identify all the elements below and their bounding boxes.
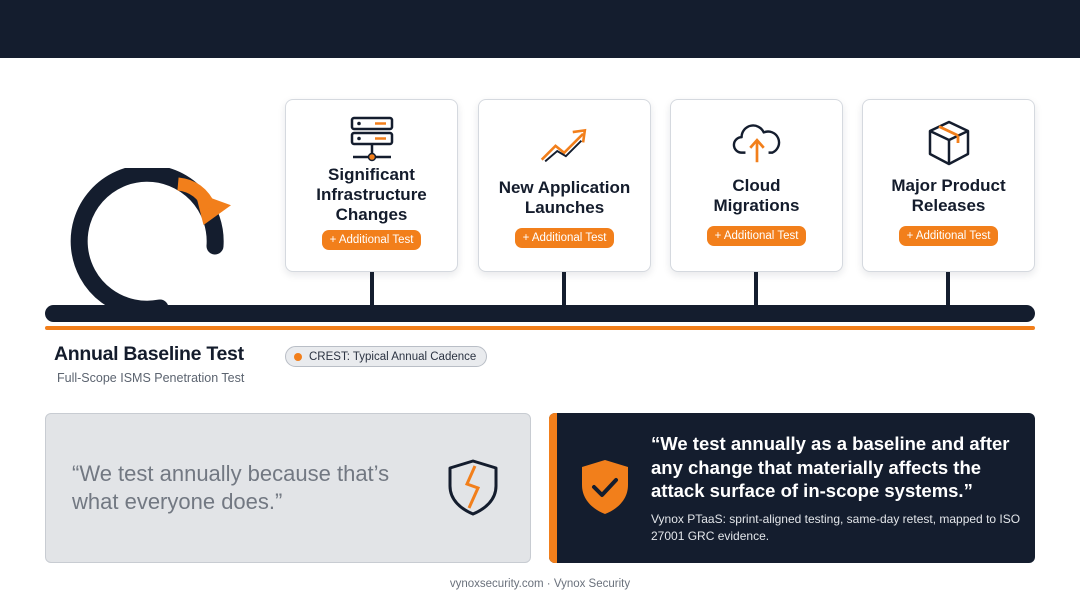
card-connector [370, 272, 374, 307]
crest-pill-label: CREST: Typical Annual Cadence [309, 350, 477, 363]
orange-dot-icon [294, 352, 302, 361]
cloud-upload-icon [732, 118, 782, 168]
trigger-title: Significant Infrastructure Changes [316, 165, 427, 224]
server-icon [347, 114, 397, 164]
footer-text: vynoxsecurity.com · Vynox Security [449, 578, 631, 590]
panel-accent-bar [549, 413, 557, 563]
timeline-bar [45, 305, 1035, 322]
additional-test-badge: + Additional Test [514, 228, 615, 248]
timeline-accent-line [45, 326, 1035, 330]
card-connector [562, 272, 566, 307]
card-connector [754, 272, 758, 307]
trigger-title: Major Product Releases [891, 176, 1006, 215]
truth-description: Vynox PTaaS: sprint-aligned testing, sam… [651, 512, 1021, 543]
trigger-card-infrastructure: Significant Infrastructure Changes + Add… [285, 99, 458, 272]
additional-test-badge: + Additional Test [706, 226, 807, 246]
additional-test-badge: + Additional Test [898, 226, 999, 246]
baseline-subtitle: Full-Scope ISMS Penetration Test [57, 371, 245, 385]
shield-check-icon [582, 460, 628, 514]
trigger-title: New Application Launches [498, 178, 631, 217]
crest-cadence-pill: CREST: Typical Annual Cadence [285, 346, 488, 367]
truth-quote: “We test annually as a baseline and afte… [651, 433, 1010, 501]
annual-cycle-loop-icon [70, 168, 231, 318]
myth-quote: “We test annually because that’s what ev… [72, 461, 390, 514]
additional-test-badge: + Additional Test [321, 230, 422, 250]
baseline-title: Annual Baseline Test [54, 343, 244, 365]
truth-panel: “We test annually as a baseline and afte… [549, 413, 1035, 563]
trigger-card-cloud-migrations: Cloud Migrations + Additional Test [670, 99, 843, 272]
card-connector [946, 272, 950, 307]
top-header-bar [0, 0, 1080, 58]
trigger-card-major-product: Major Product Releases + Additional Test [862, 99, 1035, 272]
trigger-title: Cloud Migrations [713, 176, 800, 215]
broken-shield-icon [448, 459, 498, 516]
package-box-icon [924, 118, 974, 168]
trend-arrow-icon [540, 120, 590, 170]
trigger-card-new-application: New Application Launches + Additional Te… [478, 99, 651, 272]
